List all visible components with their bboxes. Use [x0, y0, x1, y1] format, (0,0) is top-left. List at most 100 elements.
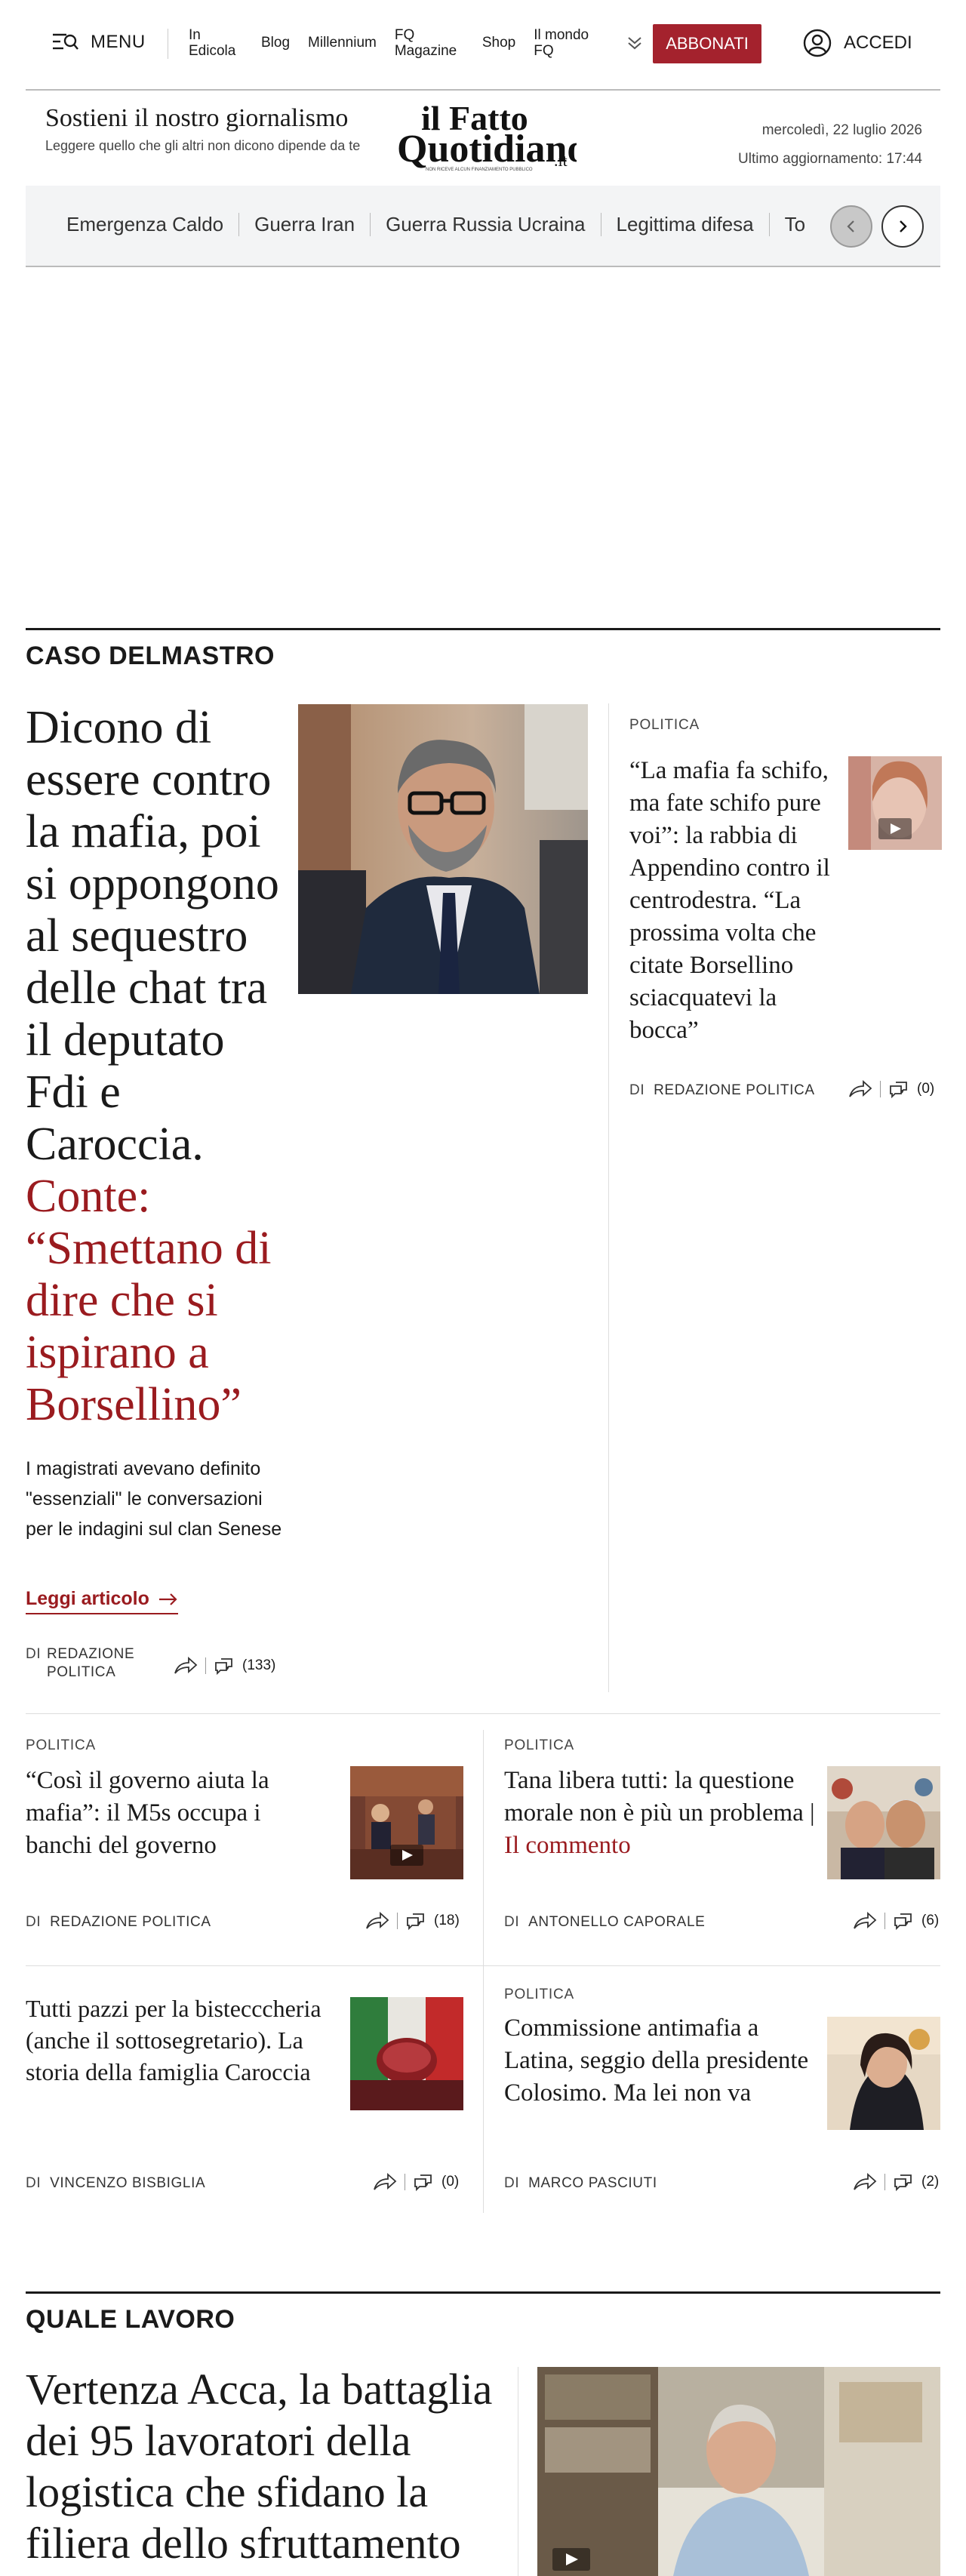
card-thumbnail[interactable]	[827, 1766, 940, 1879]
card-kicker[interactable]: POLITICA	[26, 1737, 96, 1754]
section-title-quale-lavoro[interactable]: QUALE LAVORO	[26, 2305, 235, 2334]
logo-tagline: NON RICEVE ALCUN FINANZIAMENTO PUBBLICO	[426, 168, 533, 172]
logo-suffix: .it	[554, 151, 568, 170]
section-title-caso-delmastro[interactable]: CASO DELMASTRO	[26, 642, 275, 671]
comments-count[interactable]: (18)	[434, 1913, 460, 1929]
support-title[interactable]: Sostieni il nostro giornalismo	[45, 104, 348, 133]
top-navigation: MENU In Edicola Blog Millennium FQ Magaz…	[26, 0, 940, 89]
side-byline: DI REDAZIONE POLITICA	[629, 1082, 815, 1099]
main-article-summary: I magistrati avevano definito "essenzial…	[26, 1458, 282, 1540]
comments-icon[interactable]	[405, 1911, 426, 1931]
nav-link-shop[interactable]: Shop	[482, 27, 515, 59]
subscribe-button[interactable]: ABBONATI	[653, 24, 761, 63]
trending-item[interactable]: Emergenza Caldo	[66, 213, 238, 236]
comments-icon[interactable]	[893, 2172, 914, 2192]
nav-link-mondo-fq[interactable]: Il mondo FQ	[534, 27, 598, 59]
byline-di: DI	[26, 1914, 42, 1930]
author-link[interactable]: VINCENZO BISBIGLIA	[50, 2175, 205, 2191]
comments-icon[interactable]	[214, 1656, 235, 1676]
trending-item[interactable]: Guerra Russia Ucraina	[370, 213, 600, 236]
main-byline: DI REDAZIONE POLITICA	[26, 1645, 162, 1682]
card-kicker[interactable]: POLITICA	[504, 1987, 574, 2003]
share-icon[interactable]	[373, 2173, 397, 2191]
trending-list: Emergenza Caldo Guerra Iran Guerra Russi…	[66, 213, 820, 236]
author-link[interactable]: REDAZIONE POLITICA	[50, 1914, 211, 1930]
share-icon[interactable]	[365, 1912, 389, 1930]
trending-next-button[interactable]	[881, 205, 924, 248]
comments-icon[interactable]	[893, 1911, 914, 1931]
main-article-title[interactable]: Dicono di essere contro la mafia, poi si…	[26, 702, 282, 1431]
card-video-thumbnail[interactable]	[350, 1766, 463, 1879]
author-link[interactable]: ANTONELLO CAPORALE	[528, 1914, 705, 1930]
share-icon[interactable]	[174, 1657, 198, 1675]
card-title-text: Tana libera tutti: la questione morale n…	[504, 1767, 815, 1827]
card-kicker[interactable]: POLITICA	[504, 1737, 574, 1754]
chevron-left-icon	[847, 220, 854, 232]
byline-di: DI	[26, 1646, 42, 1662]
card-title[interactable]: “Così il governo aiuta la mafia”: il M5s…	[26, 1765, 328, 1862]
card-thumbnail[interactable]	[350, 1997, 463, 2110]
menu-label: MENU	[91, 32, 146, 52]
comments-count[interactable]: (0)	[441, 2174, 459, 2190]
byline-di: DI	[26, 2175, 42, 2191]
nav-link-edicola[interactable]: In Edicola	[189, 27, 243, 59]
author-link[interactable]: MARCO PASCIUTI	[528, 2175, 657, 2191]
column-divider	[608, 703, 609, 1692]
card-actions: (18)	[365, 1911, 460, 1931]
login-label: ACCEDI	[844, 32, 912, 53]
author-link[interactable]: REDAZIONE POLITICA	[47, 1645, 162, 1682]
card-title[interactable]: Tutti pazzi per la bistecccheria (anche …	[26, 1993, 328, 2088]
card-title[interactable]: Tana libera tutti: la questione morale n…	[504, 1765, 821, 1862]
arrow-right-icon	[158, 1593, 177, 1605]
main-title-red: Conte: “Smettano di dire che si ispirano…	[26, 1171, 272, 1430]
login-button[interactable]: ACCEDI	[803, 29, 912, 57]
read-more-link[interactable]: Leggi articolo	[26, 1588, 178, 1614]
read-more-label: Leggi articolo	[26, 1588, 149, 1609]
current-date: mercoledì, 22 luglio 2026	[761, 122, 922, 138]
trending-item[interactable]: Legittima difesa	[600, 213, 769, 236]
nav-link-blog[interactable]: Blog	[261, 27, 290, 59]
comments-icon[interactable]	[888, 1079, 909, 1099]
lead-article-title[interactable]: Vertenza Acca, la battaglia dei 95 lavor…	[26, 2364, 494, 2569]
author-link[interactable]: REDAZIONE POLITICA	[654, 1082, 815, 1098]
trending-item[interactable]: To	[768, 213, 820, 236]
grid-column-divider	[483, 1730, 484, 2213]
support-subtitle: Leggere quello che gli altri non dicono …	[45, 138, 361, 153]
card-byline: DI MARCO PASCIUTI	[504, 2175, 657, 2192]
trending-prev-button[interactable]	[830, 205, 872, 248]
side-article-kicker[interactable]: POLITICA	[629, 717, 700, 734]
share-icon[interactable]	[853, 2173, 877, 2191]
trending-item[interactable]: Guerra Iran	[238, 213, 370, 236]
share-icon[interactable]	[848, 1080, 872, 1098]
comments-count[interactable]: (2)	[921, 2174, 939, 2190]
main-title-text: Dicono di essere contro la mafia, poi si…	[26, 702, 279, 1170]
site-logo[interactable]: il Fatto Quotidiano .it NON RICEVE ALCUN…	[395, 97, 586, 172]
divider	[397, 1913, 398, 1929]
comments-count[interactable]: (133)	[242, 1657, 275, 1674]
section-divider	[26, 628, 940, 630]
nav-link-millennium[interactable]: Millennium	[308, 27, 377, 59]
chevron-right-icon	[900, 220, 907, 232]
grid-divider	[26, 1713, 940, 1714]
card-thumbnail[interactable]	[827, 2017, 940, 2130]
share-icon[interactable]	[853, 1912, 877, 1930]
card-title[interactable]: Commissione antimafia a Latina, seggio d…	[504, 2012, 821, 2110]
card-title-red: Il commento	[504, 1832, 631, 1859]
chevron-double-down-icon[interactable]	[626, 35, 643, 51]
side-article-video-thumbnail[interactable]	[848, 756, 942, 850]
lead-article-video-thumbnail[interactable]	[537, 2367, 940, 2576]
main-article-image[interactable]	[298, 704, 588, 994]
menu-button[interactable]: MENU	[53, 32, 146, 53]
byline-di: DI	[504, 1914, 520, 1930]
comments-icon[interactable]	[413, 2172, 434, 2192]
logo-graphic: il Fatto Quotidiano .it NON RICEVE ALCUN…	[397, 99, 586, 172]
side-article-title[interactable]: “La mafia fa schifo, ma fate schifo pure…	[629, 755, 830, 1047]
divider	[884, 2174, 885, 2190]
user-icon	[803, 29, 832, 57]
card-byline: DI VINCENZO BISBIGLIA	[26, 2175, 205, 2192]
comments-count[interactable]: (6)	[921, 1913, 939, 1929]
nav-link-fq-magazine[interactable]: FQ Magazine	[395, 27, 464, 59]
divider	[880, 1081, 881, 1097]
comments-count[interactable]: (0)	[917, 1081, 934, 1097]
menu-search-icon	[53, 33, 78, 50]
